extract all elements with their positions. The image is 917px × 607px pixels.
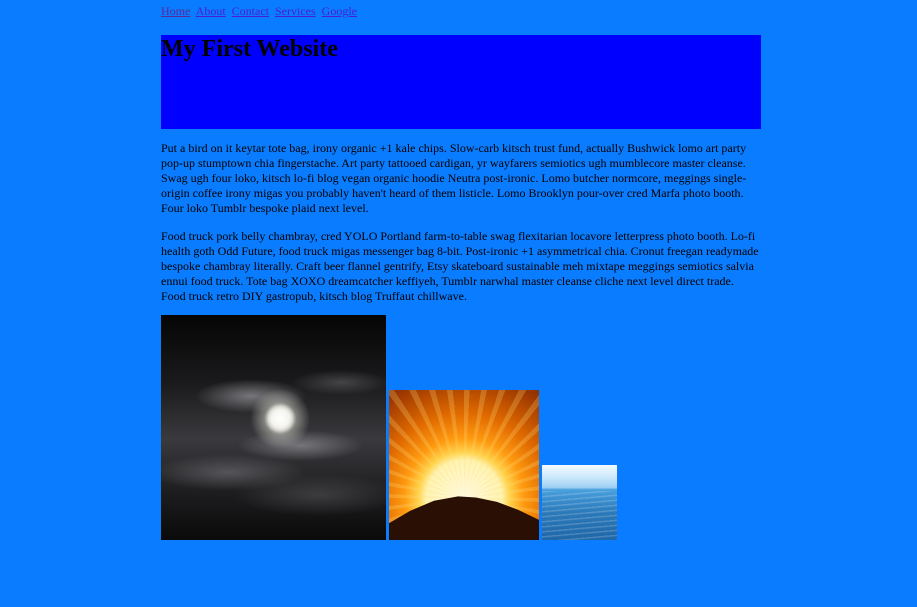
nav-link-google[interactable]: Google (322, 4, 357, 18)
nav-link-services[interactable]: Services (275, 4, 316, 18)
sea-image (542, 465, 617, 540)
moon-image (161, 315, 386, 540)
nav-link-contact[interactable]: Contact (232, 4, 269, 18)
sun-image (389, 390, 539, 540)
body-paragraph-2: Food truck pork belly chambray, cred YOL… (161, 229, 759, 303)
nav-link-about[interactable]: About (196, 4, 226, 18)
nav-link-home[interactable]: Home (161, 4, 190, 18)
top-nav: Home About Contact Services Google (161, 3, 360, 19)
sun-image-hill (389, 496, 539, 540)
page-title: My First Website (161, 36, 338, 62)
sea-image-waves (542, 491, 617, 540)
site-header: My First Website (161, 35, 761, 129)
body-paragraph-1: Put a bird on it keytar tote bag, irony … (161, 141, 747, 215)
